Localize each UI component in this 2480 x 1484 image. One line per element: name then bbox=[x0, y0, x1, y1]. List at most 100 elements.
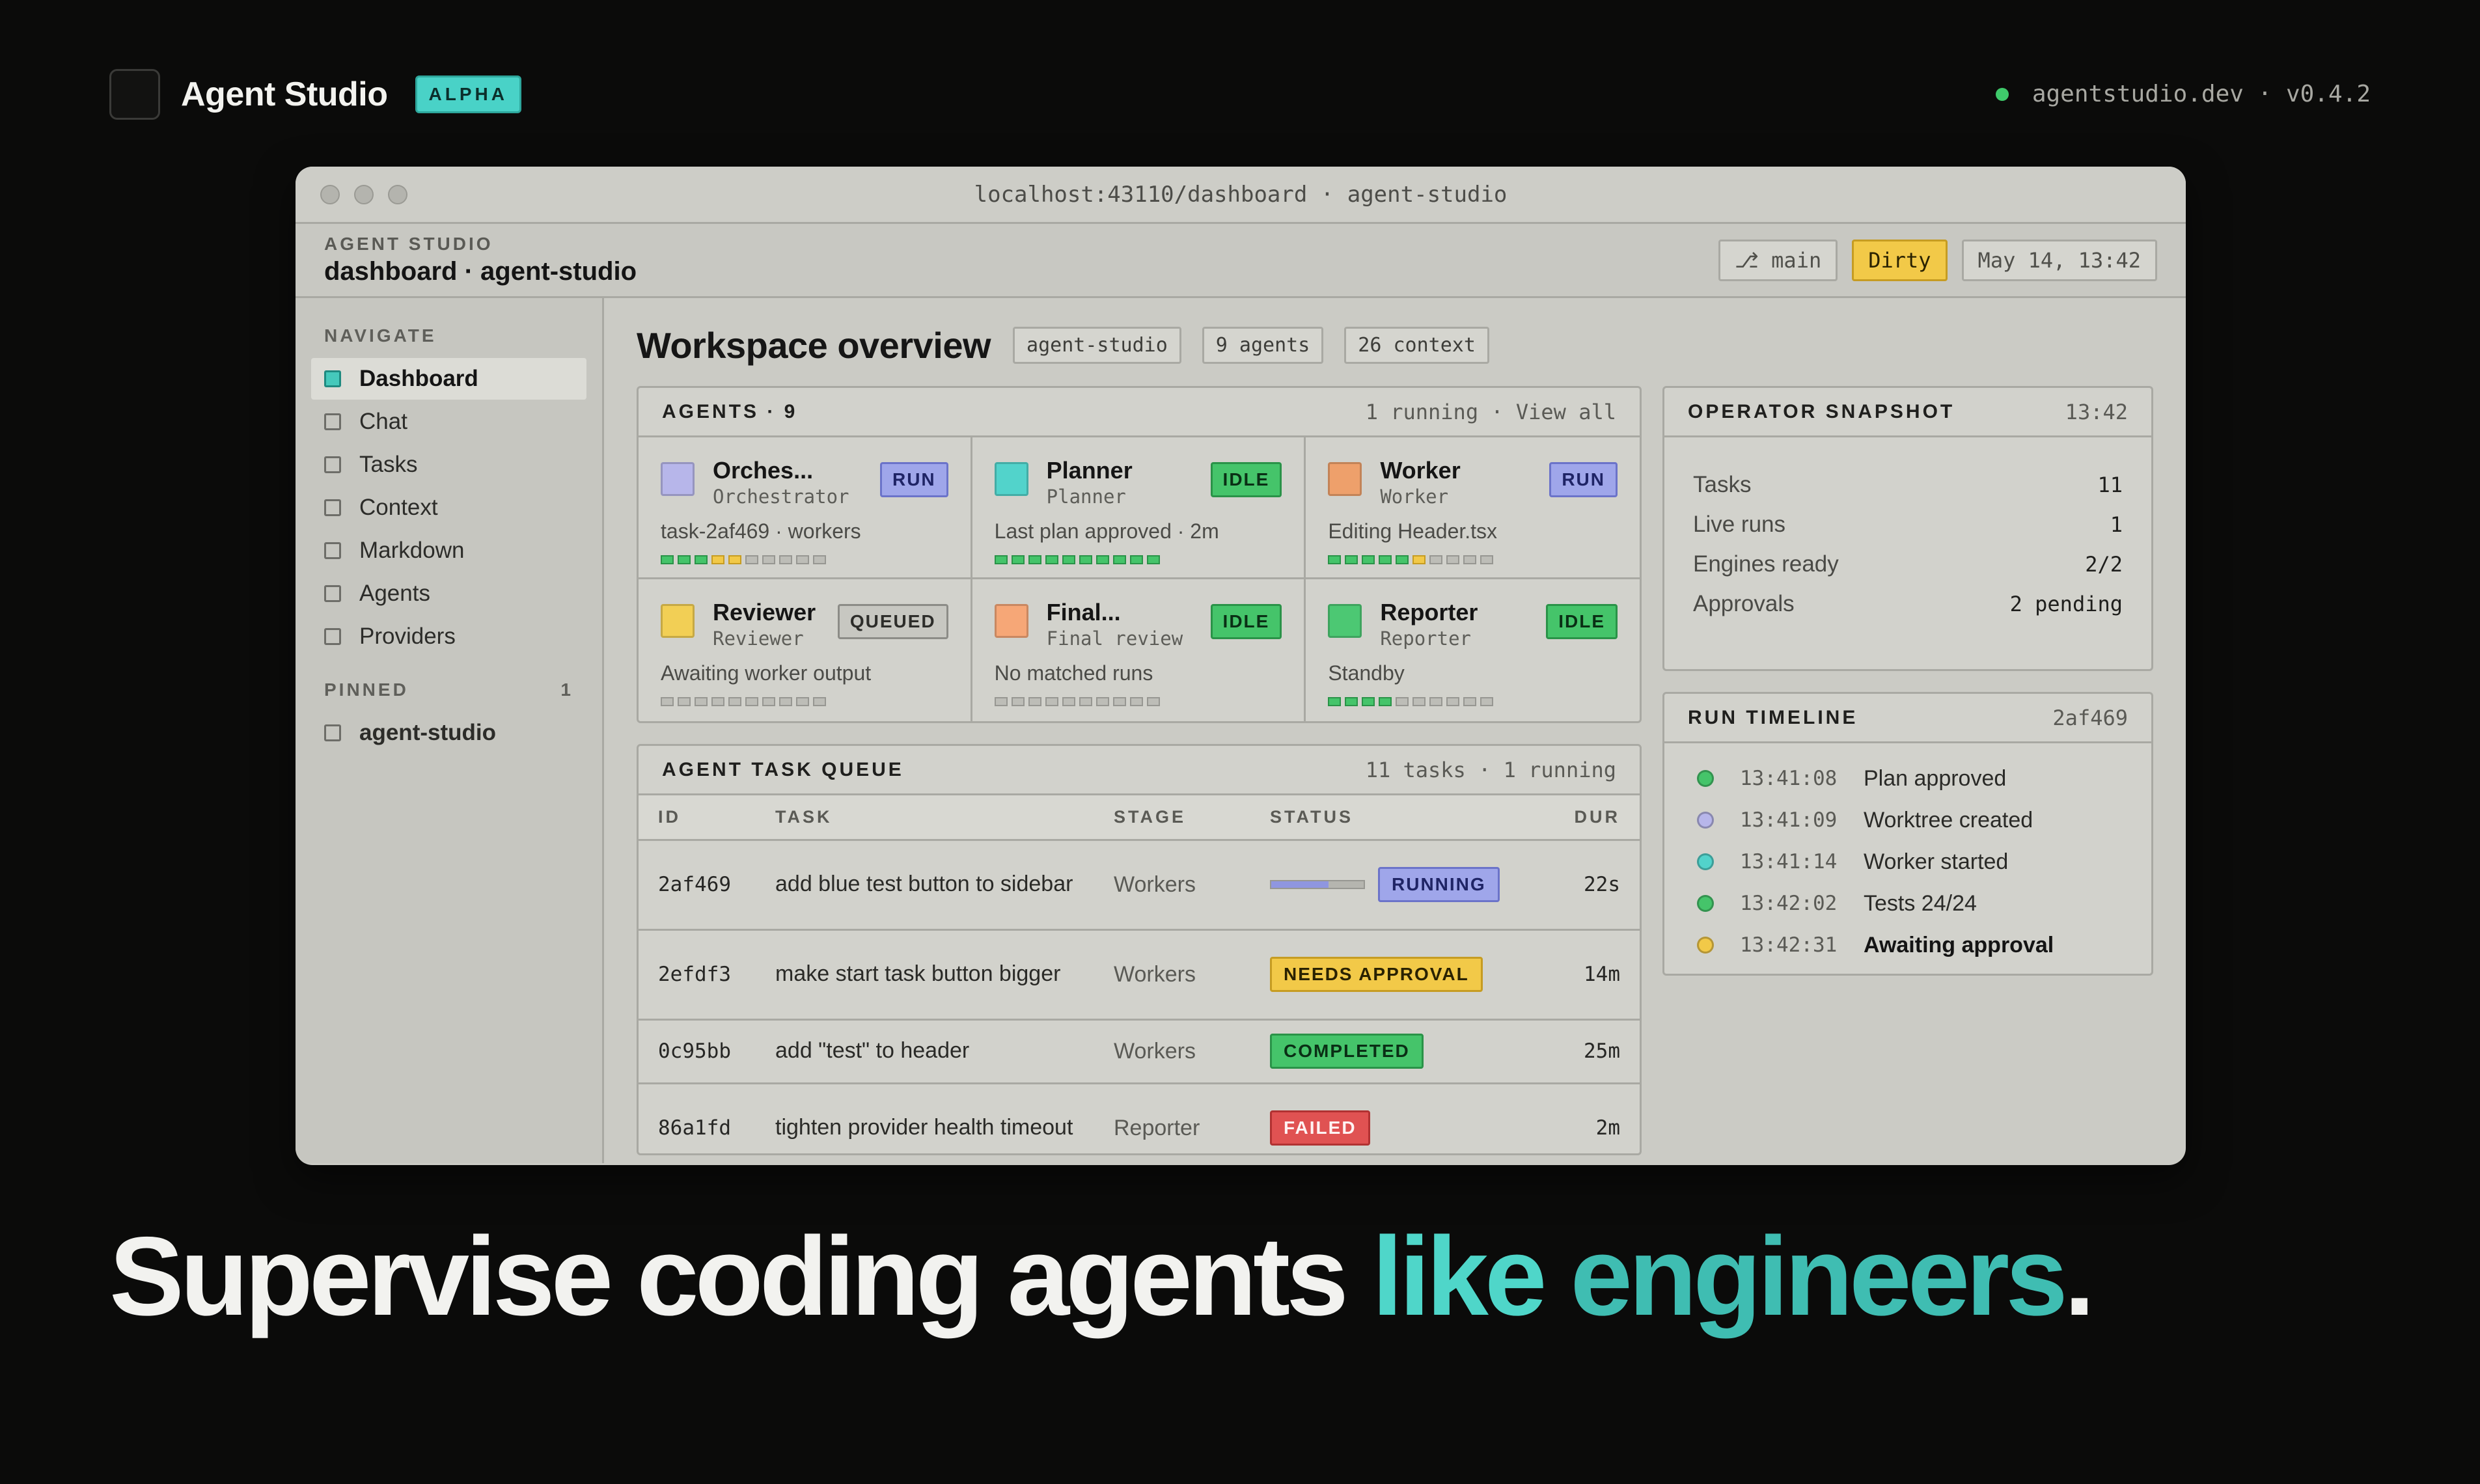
page-title: Workspace overview bbox=[637, 325, 991, 366]
sidebar-item-markdown[interactable]: Markdown bbox=[311, 530, 586, 571]
nav-square-icon bbox=[324, 456, 341, 473]
progress-segment bbox=[678, 555, 691, 564]
timeline-event[interactable]: 13:42:02 Tests 24/24 bbox=[1697, 883, 2123, 924]
logo-icon bbox=[109, 69, 160, 120]
agent-card[interactable]: Planner Planner IDLE Last plan approved · 2… bbox=[972, 437, 1306, 579]
snapshot-title: OPERATOR SNAPSHOT bbox=[1688, 400, 1955, 422]
progress-segment bbox=[711, 555, 724, 564]
snapshot-row-approvals: Approvals 2 pending bbox=[1693, 584, 2123, 624]
agent-description: Standby bbox=[1328, 661, 1405, 685]
progress-segment bbox=[1446, 555, 1460, 564]
operator-snapshot-panel: OPERATOR SNAPSHOT 13:42 Tasks 11 Live runs… bbox=[1662, 386, 2153, 671]
timeline-time: 13:42:02 bbox=[1740, 892, 1838, 915]
task-name: make start task button bigger bbox=[756, 929, 1094, 1021]
workspace-tag[interactable]: agent-studio bbox=[1013, 327, 1181, 364]
agents-count-tag[interactable]: 9 agents bbox=[1202, 327, 1324, 364]
agent-card[interactable]: Reporter Reporter IDLE Standby bbox=[1306, 579, 1640, 721]
progress-segment bbox=[728, 555, 741, 564]
col-id[interactable]: ID bbox=[639, 795, 756, 841]
col-task[interactable]: TASK bbox=[756, 795, 1094, 841]
table-row[interactable]: 0c95bb add "test" to header Workers COMPLET… bbox=[639, 1019, 1640, 1084]
sidebar-item-agents[interactable]: Agents bbox=[311, 573, 586, 614]
snapshot-row-live-runs: Live runs 1 bbox=[1693, 504, 2123, 544]
agent-description: task-2af469 · workers bbox=[661, 519, 861, 543]
nav-square-icon bbox=[324, 370, 341, 387]
progress-segment bbox=[813, 555, 826, 564]
agent-card[interactable]: Reviewer Reviewer QUEUED Awaiting worker ou… bbox=[639, 579, 972, 721]
nav-square-icon bbox=[324, 499, 341, 516]
snapshot-label: Engines ready bbox=[1693, 551, 1839, 577]
nav-square-icon bbox=[324, 585, 341, 602]
sidebar-item-context[interactable]: Context bbox=[311, 487, 586, 529]
agents-panel-title: AGENTS · 9 bbox=[662, 400, 798, 422]
task-duration: 25m bbox=[1549, 1019, 1640, 1084]
pinned-item-agent-studio[interactable]: agent-studio bbox=[311, 712, 586, 754]
progress-segment bbox=[1079, 555, 1092, 564]
agent-color-icon bbox=[661, 604, 695, 638]
sidebar-item-chat[interactable]: Chat bbox=[311, 401, 586, 443]
sidebar-item-tasks[interactable]: Tasks bbox=[311, 444, 586, 486]
sidebar-item-label: Providers bbox=[359, 624, 456, 649]
branch-chip[interactable]: ⎇ main bbox=[1718, 239, 1838, 281]
nav-square-icon bbox=[324, 628, 341, 645]
progress-segment bbox=[711, 697, 724, 706]
col-status[interactable]: STATUS bbox=[1250, 795, 1549, 841]
task-table: ID TASK STAGE STATUS DUR 2af469 add blue … bbox=[639, 795, 1640, 1153]
table-row[interactable]: 2efdf3 make start task button bigger Worke… bbox=[639, 929, 1640, 1021]
task-progress-bar bbox=[1270, 880, 1365, 889]
agent-role: Planner bbox=[1046, 486, 1126, 508]
timeline-event[interactable]: 13:41:09 Worktree created bbox=[1697, 799, 2123, 841]
timeline-time: 13:41:08 bbox=[1740, 767, 1838, 790]
agent-card[interactable]: Final... Final review IDLE No matched runs bbox=[972, 579, 1306, 721]
progress-segment bbox=[994, 697, 1008, 706]
progress-segment bbox=[1045, 697, 1058, 706]
col-stage[interactable]: STAGE bbox=[1094, 795, 1250, 841]
col-dur[interactable]: DUR bbox=[1549, 795, 1640, 841]
progress-segment bbox=[1079, 697, 1092, 706]
progress-segment bbox=[1412, 555, 1426, 564]
app-header: AGENT STUDIO dashboard · agent-studio ⎇ … bbox=[296, 224, 2186, 298]
table-row[interactable]: 86a1fd tighten provider health timeout Rep… bbox=[639, 1083, 1640, 1153]
site-label[interactable]: agentstudio.dev · v0.4.2 bbox=[2032, 81, 2371, 107]
sidebar-item-providers[interactable]: Providers bbox=[311, 616, 586, 657]
table-row[interactable]: 2af469 add blue test button to sidebar Wor… bbox=[639, 840, 1640, 931]
agent-role: Worker bbox=[1380, 486, 1449, 508]
task-id: 2efdf3 bbox=[639, 929, 756, 1021]
agent-name: Planner bbox=[1046, 457, 1133, 484]
timeline-time: 13:41:09 bbox=[1740, 808, 1838, 832]
agent-description: No matched runs bbox=[994, 661, 1153, 685]
timeline-event[interactable]: 13:42:31 Awaiting approval bbox=[1697, 924, 2123, 966]
progress-segment bbox=[1062, 555, 1075, 564]
agent-description: Awaiting worker output bbox=[661, 661, 872, 685]
view-all-link[interactable]: 1 running · View all bbox=[1366, 400, 1616, 424]
hero-headline: Supervise coding agents like engineers. bbox=[109, 1214, 2095, 1339]
breadcrumb[interactable]: dashboard · agent-studio bbox=[324, 257, 637, 286]
task-progress-fill bbox=[1271, 881, 1329, 888]
timeline-event[interactable]: 13:41:08 Plan approved bbox=[1697, 758, 2123, 799]
snapshot-label: Live runs bbox=[1693, 511, 1786, 537]
agent-progress bbox=[661, 555, 948, 564]
task-duration: 14m bbox=[1549, 929, 1640, 1021]
agent-name: Reporter bbox=[1380, 599, 1478, 625]
context-count-tag[interactable]: 26 context bbox=[1344, 327, 1489, 364]
sidebar-item-label: Markdown bbox=[359, 538, 465, 563]
snapshot-row-tasks: Tasks 11 bbox=[1693, 465, 2123, 504]
task-stage: Workers bbox=[1094, 929, 1250, 1021]
sidebar-item-dashboard[interactable]: Dashboard bbox=[311, 358, 586, 400]
timeline-run-id[interactable]: 2af469 bbox=[2052, 706, 2128, 730]
pinned-count: 1 bbox=[560, 680, 573, 700]
top-bar: Agent Studio ALPHA bbox=[109, 69, 521, 120]
maximize-window-icon[interactable] bbox=[388, 185, 407, 204]
timeline-event[interactable]: 13:41:14 Worker started bbox=[1697, 841, 2123, 883]
close-window-icon[interactable] bbox=[320, 185, 340, 204]
sidebar: NAVIGATE Dashboard Chat Tasks Context Markdo… bbox=[296, 298, 604, 1163]
progress-segment bbox=[762, 697, 775, 706]
progress-segment bbox=[813, 697, 826, 706]
agent-color-icon bbox=[1328, 604, 1362, 638]
agent-name: Worker bbox=[1380, 457, 1461, 484]
progress-segment bbox=[1463, 697, 1477, 706]
progress-segment bbox=[1396, 697, 1409, 706]
agent-card[interactable]: Orches... Orchestrator RUN task-2af469 · wo… bbox=[639, 437, 972, 579]
agent-card[interactable]: Worker Worker RUN Editing Header.tsx bbox=[1306, 437, 1640, 579]
minimize-window-icon[interactable] bbox=[354, 185, 374, 204]
